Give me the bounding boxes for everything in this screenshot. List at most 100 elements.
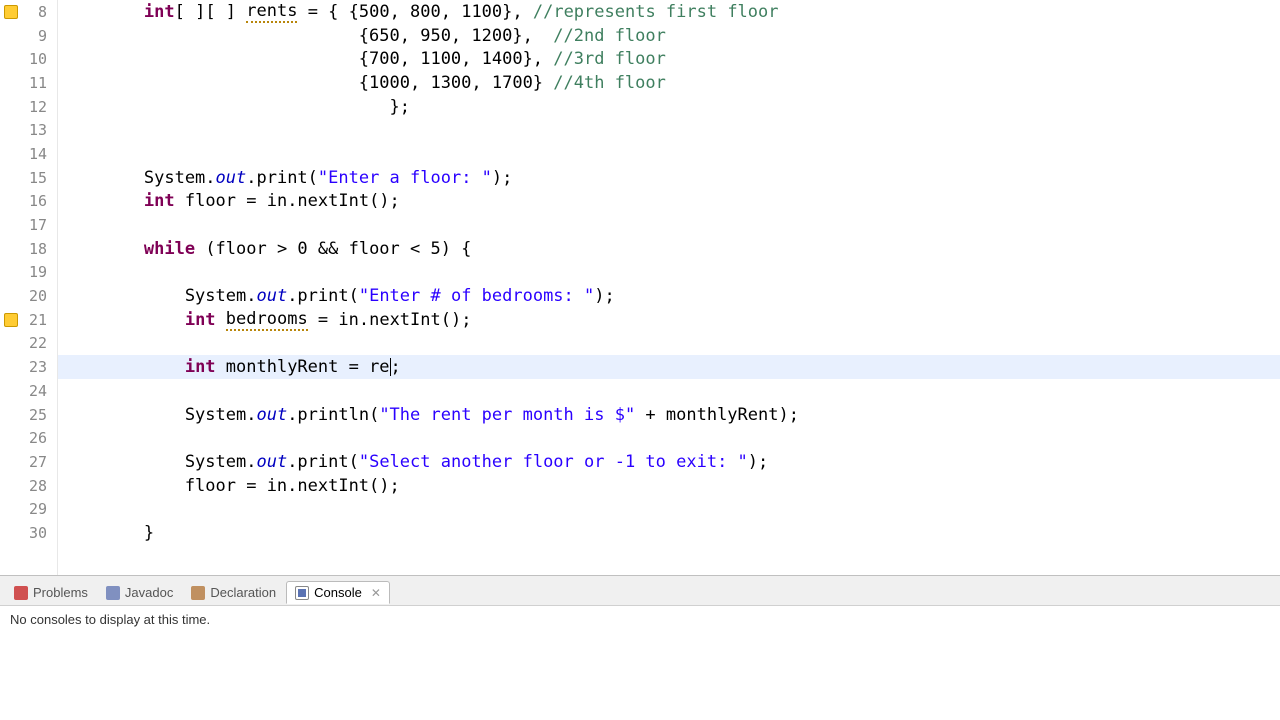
code-token: monthlyRent = re [216,357,390,377]
code-line[interactable]: System.out.print("Enter a floor: "); [58,166,1280,190]
line-number: 29 [29,500,47,518]
code-line[interactable]: int monthlyRent = re; [58,355,1280,379]
code-line[interactable]: int bedrooms = in.nextInt(); [58,308,1280,332]
gutter-row: 25 [0,403,57,427]
code-token: (floor > 0 && floor < 5) { [195,239,471,259]
code-token: .print( [287,452,359,472]
code-line[interactable]: } [58,521,1280,545]
gutter-row: 29 [0,497,57,521]
tab-label: Console [314,585,362,600]
code-token: "Enter a floor: " [318,168,492,188]
console-icon [295,586,309,600]
code-token: [ ][ ] [175,2,247,22]
line-number: 11 [29,74,47,92]
code-token: bedrooms [226,309,308,331]
code-line[interactable] [58,497,1280,521]
gutter-row: 16 [0,190,57,214]
line-number: 26 [29,429,47,447]
code-line[interactable]: }; [58,95,1280,119]
code-token: out [256,452,287,472]
line-number: 28 [29,477,47,495]
code-token: while [144,239,195,259]
code-token: }; [62,97,410,117]
code-token: "The rent per month is $" [379,405,635,425]
gutter-row: 15 [0,166,57,190]
code-editor[interactable]: 8910111213141516171819202122232425262728… [0,0,1280,575]
code-token: //represents first floor [533,2,779,22]
gutter-row: 19 [0,261,57,285]
line-number: 16 [29,192,47,210]
close-icon[interactable]: ✕ [371,586,381,600]
tab-problems[interactable]: Problems [6,582,96,603]
code-line[interactable]: {700, 1100, 1400}, //3rd floor [58,47,1280,71]
line-number: 9 [38,27,47,45]
code-token: + monthlyRent); [635,405,799,425]
gutter-row: 30 [0,521,57,545]
code-token: floor = in.nextInt(); [62,476,400,496]
code-line[interactable] [58,118,1280,142]
lightbulb-icon[interactable] [4,313,18,327]
gutter-row: 13 [0,118,57,142]
code-line[interactable] [58,332,1280,356]
code-token: ; [391,357,401,377]
code-line[interactable]: {650, 950, 1200}, //2nd floor [58,24,1280,48]
gutter-row: 9 [0,24,57,48]
code-token: //2nd floor [553,26,666,46]
line-number: 8 [38,3,47,21]
code-token: //4th floor [553,73,666,93]
code-line[interactable]: int[ ][ ] rents = { {500, 800, 1100}, //… [58,0,1280,24]
code-line[interactable]: System.out.println("The rent per month i… [58,403,1280,427]
code-line[interactable]: floor = in.nextInt(); [58,474,1280,498]
declaration-icon [191,586,205,600]
code-token: rents [246,1,297,23]
gutter-row: 18 [0,237,57,261]
code-token: "Select another floor or -1 to exit: " [359,452,748,472]
problems-icon [14,586,28,600]
gutter-row: 28 [0,474,57,498]
tab-declaration[interactable]: Declaration [183,582,284,603]
javadoc-icon [106,586,120,600]
line-number: 13 [29,121,47,139]
code-line[interactable]: {1000, 1300, 1700} //4th floor [58,71,1280,95]
code-line[interactable]: int floor = in.nextInt(); [58,190,1280,214]
code-token: .print( [246,168,318,188]
line-number: 19 [29,263,47,281]
gutter-row: 14 [0,142,57,166]
code-token: System. [62,452,256,472]
code-token: {650, 950, 1200}, [62,26,553,46]
code-token: ); [594,286,614,306]
code-token: {1000, 1300, 1700} [62,73,553,93]
code-line[interactable]: while (floor > 0 && floor < 5) { [58,237,1280,261]
code-line[interactable]: System.out.print("Select another floor o… [58,450,1280,474]
code-token: int [144,191,175,211]
code-line[interactable]: System.out.print("Enter # of bedrooms: "… [58,284,1280,308]
code-line[interactable] [58,379,1280,403]
code-token: System. [62,405,256,425]
lightbulb-icon[interactable] [4,5,18,19]
code-line[interactable] [58,261,1280,285]
code-token: "Enter # of bedrooms: " [359,286,594,306]
code-token: floor = in.nextInt(); [175,191,400,211]
gutter-row: 27 [0,450,57,474]
code-token: System. [62,168,216,188]
line-number: 25 [29,406,47,424]
bottom-panel: Problems Javadoc Declaration Console ✕ N… [0,575,1280,720]
bottom-panel-tabs: Problems Javadoc Declaration Console ✕ [0,576,1280,606]
code-token: {700, 1100, 1400}, [62,49,553,69]
gutter-row: 11 [0,71,57,95]
tab-label: Declaration [210,585,276,600]
tab-console[interactable]: Console ✕ [286,581,390,604]
line-number: 24 [29,382,47,400]
gutter-row: 8 [0,0,57,24]
code-line[interactable] [58,426,1280,450]
code-line[interactable] [58,213,1280,237]
code-token: System. [62,286,256,306]
code-content[interactable]: int[ ][ ] rents = { {500, 800, 1100}, //… [58,0,1280,575]
gutter-row: 20 [0,284,57,308]
line-number: 14 [29,145,47,163]
code-token: .println( [287,405,379,425]
gutter-row: 24 [0,379,57,403]
code-line[interactable] [58,142,1280,166]
line-number-gutter: 8910111213141516171819202122232425262728… [0,0,58,575]
tab-javadoc[interactable]: Javadoc [98,582,181,603]
